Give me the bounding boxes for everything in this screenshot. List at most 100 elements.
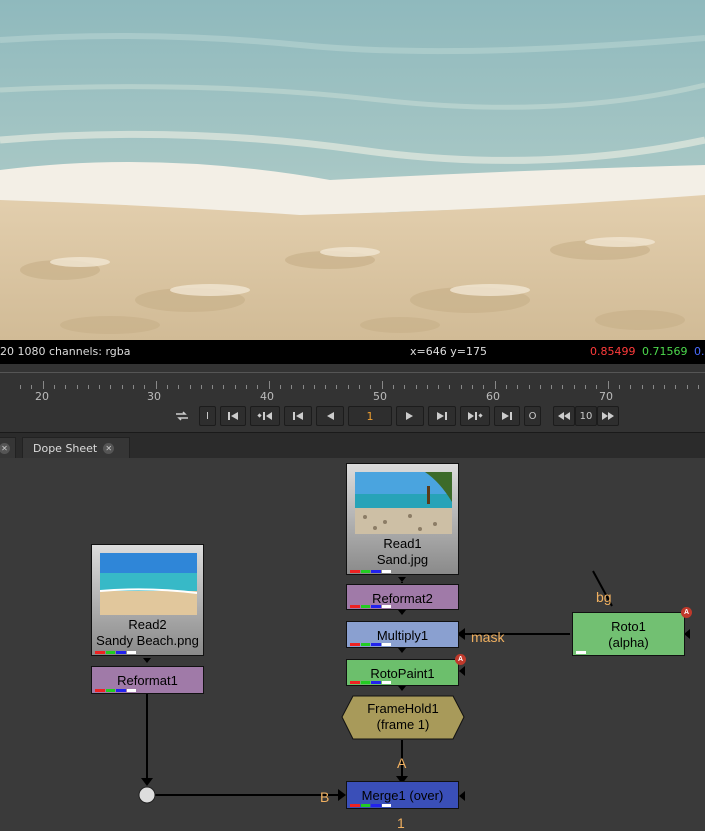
ruler-tick [460,385,462,389]
ruler-tick [325,385,327,389]
tick-label: 40 [260,390,274,403]
decrement-step-button[interactable] [553,406,575,426]
previous-keyframe-button[interactable] [250,406,280,426]
ruler-tick [279,385,281,389]
ruler-tick [415,385,417,389]
ruler-tick [664,385,666,389]
ruler-tick [359,385,360,389]
beach-image [0,0,705,340]
ruler-tick [551,385,553,389]
ruler-tick [392,385,394,389]
last-frame-button[interactable] [494,406,520,426]
first-frame-button[interactable] [220,406,246,426]
set-in-point-button[interactable]: I [199,406,216,426]
ruler-tick [347,385,349,389]
node-title: Merge1 (over) [361,788,444,803]
ruler-tick [630,385,632,389]
loop-mode-icon[interactable] [170,406,194,426]
set-out-point-button[interactable]: O [524,406,541,426]
channel-indicator [576,651,588,654]
read2-node[interactable]: Read2 Sandy Beach.png [91,544,204,656]
format-info: 20 1080 channels: rgba [0,345,131,358]
ruler-tick [110,385,112,389]
increment-field[interactable]: 10 [575,406,597,426]
animation-badge-icon: A [681,607,692,618]
output-label: 1 [397,815,405,831]
node-title: Read1 Sand.jpg [376,536,429,567]
ruler-tick [53,385,55,389]
ruler-tick [618,385,620,389]
ruler-tick [573,385,575,389]
cursor-coords: x=646 y=175 [410,345,487,358]
previous-increment-button[interactable] [284,406,312,426]
ruler-tick [257,385,259,389]
framehold1-title: FrameHold1 (frame 1) [367,701,439,732]
ruler-tick [189,385,191,389]
play-backward-button[interactable] [316,406,344,426]
next-keyframe-button[interactable] [460,406,490,426]
play-forward-button[interactable] [396,406,424,426]
next-increment-button[interactable] [428,406,456,426]
channel-indicator [350,804,392,807]
tick-label: 50 [373,390,387,403]
ruler-tick [426,385,428,389]
ruler-tick [268,381,270,389]
ruler-tick [652,385,654,389]
ruler-tick [291,385,293,389]
channel-indicator [95,689,137,692]
increment-step-button[interactable] [597,406,619,426]
merge1-node[interactable]: Merge1 (over) [346,781,459,809]
skip-to-start-icon [228,412,238,420]
close-icon[interactable]: ✕ [0,443,10,454]
ruler-tick [313,385,315,389]
node-subtitle: (alpha) [608,635,649,650]
bg-input-label: bg [596,589,612,605]
ruler-tick [42,381,44,389]
ruler-tick [302,385,304,389]
viewer-image[interactable] [0,0,705,340]
ruler-tick [472,385,473,389]
node-thumbnail [355,472,452,534]
reformat2-node[interactable]: Reformat2 [346,584,459,610]
rotopaint1-node[interactable]: RotoPaint1 A [346,654,466,686]
ruler-tick [686,385,688,389]
channel-indicator [95,651,137,654]
read1-node[interactable]: Read1 Sand.jpg [346,463,459,575]
node-title: Reformat1 [117,673,178,688]
channel-indicator [350,643,392,646]
tick-label: 60 [486,390,500,403]
ruler-tick [562,385,564,389]
tab-dope-sheet[interactable]: Dope Sheet ✕ [22,437,130,459]
ruler-tick [178,385,180,389]
multiply1-node[interactable]: Multiply1 [346,621,459,648]
prev-key-icon [257,412,272,420]
play-backward-icon [327,412,334,420]
channel-indicator [350,681,392,684]
reformat1-node[interactable]: Reformat1 [91,666,204,694]
node-title: Reformat2 [372,591,433,606]
roto1-node[interactable]: Roto1 (alpha) A [572,607,692,656]
ruler-tick [200,385,202,389]
ruler-tick [381,381,383,389]
frame-ruler[interactable]: 20 30 40 50 60 70 [0,372,705,403]
pixel-green-value: 0.71569 [642,345,688,358]
ruler-tick [528,385,530,389]
tab-node-graph[interactable]: ✕ [0,437,16,459]
current-frame-field[interactable]: 1 [348,406,392,426]
skip-to-end-icon [502,412,512,420]
close-icon[interactable]: ✕ [103,443,115,454]
ruler-tick [539,385,541,389]
ruler-tick [121,385,123,389]
ruler-tick [65,385,67,389]
node-graph[interactable]: Read2 Sandy Beach.png Reformat1 Read1 Sa… [0,458,705,831]
step-forward-icon [437,412,447,420]
ruler-tick [585,385,586,389]
ruler-tick [87,385,89,389]
ruler-tick [370,385,372,389]
a-input-label: A [397,755,407,771]
ruler-tick [212,385,214,389]
channel-indicator [350,570,392,573]
animation-badge-icon: A [455,654,466,665]
ruler-tick [607,381,609,389]
channel-indicator [350,605,392,608]
